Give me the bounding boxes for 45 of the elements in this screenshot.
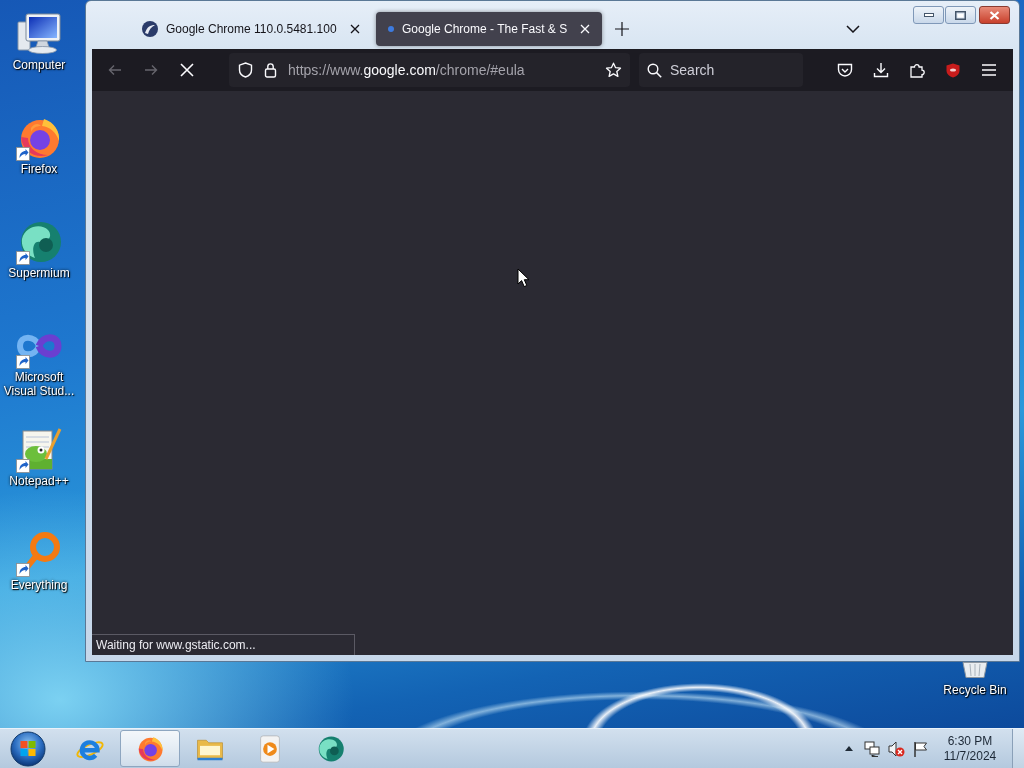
- back-arrow-icon: [107, 62, 123, 78]
- download-icon: [873, 62, 889, 78]
- close-icon: [580, 24, 591, 34]
- search-bar[interactable]: Search: [639, 53, 803, 87]
- address-bar[interactable]: https://www.google.com/chrome/#eula: [229, 53, 630, 87]
- close-button[interactable]: [979, 6, 1010, 24]
- search-field[interactable]: Search: [670, 62, 795, 78]
- magnifier-icon[interactable]: [15, 530, 63, 578]
- desktop-icon-label[interactable]: Supermium: [8, 266, 70, 280]
- close-icon: [989, 10, 1000, 20]
- url-text[interactable]: https://www.google.com/chrome/#eula: [288, 62, 525, 78]
- pocket-icon: [837, 62, 853, 78]
- forward-arrow-icon: [143, 62, 159, 78]
- lock-icon[interactable]: [264, 62, 277, 78]
- desktop-icon-label[interactable]: Firefox: [20, 162, 58, 176]
- extension-shield-icon: [946, 62, 960, 78]
- shield-icon[interactable]: [238, 62, 253, 78]
- volume-icon[interactable]: [888, 740, 905, 757]
- desktop-icon-label[interactable]: Recycle Bin: [943, 683, 1007, 697]
- browser-tab[interactable]: Google Chrome - The Fast & S: [376, 12, 603, 46]
- desktop-icon-label[interactable]: Microsoft Visual Stud...: [0, 370, 78, 398]
- desktop-icon-label[interactable]: Notepad++: [9, 474, 69, 488]
- mouse-pointer-icon: [517, 268, 530, 288]
- orb-icon: [10, 730, 46, 767]
- status-text: Waiting for www.gstatic.com...: [92, 634, 355, 655]
- browser-tab[interactable]: Google Chrome 110.0.5481.100: [130, 12, 372, 46]
- close-icon: [350, 24, 360, 34]
- plus-icon: [615, 22, 630, 36]
- flag-icon[interactable]: [913, 740, 928, 757]
- taskbar-button[interactable]: [120, 730, 180, 767]
- chevron-up-icon: [845, 746, 853, 751]
- search-icon: [647, 62, 662, 78]
- maximize-button[interactable]: [945, 6, 976, 24]
- network-icon[interactable]: [864, 740, 880, 757]
- minimize-button[interactable]: [913, 6, 944, 24]
- notepad-icon[interactable]: [15, 426, 63, 474]
- clock-button[interactable]: 6:30 PM 11/7/2024: [938, 733, 1002, 764]
- menu-icon: [982, 64, 996, 76]
- puzzle-piece-icon: [909, 62, 925, 78]
- desktop-icon-label[interactable]: Computer: [12, 58, 66, 72]
- recycle-bin-icon[interactable]: [962, 662, 988, 678]
- chevron-down-icon: [846, 25, 860, 33]
- maximize-icon: [955, 10, 966, 20]
- star-icon: [604, 62, 622, 78]
- minimize-icon: [923, 13, 934, 17]
